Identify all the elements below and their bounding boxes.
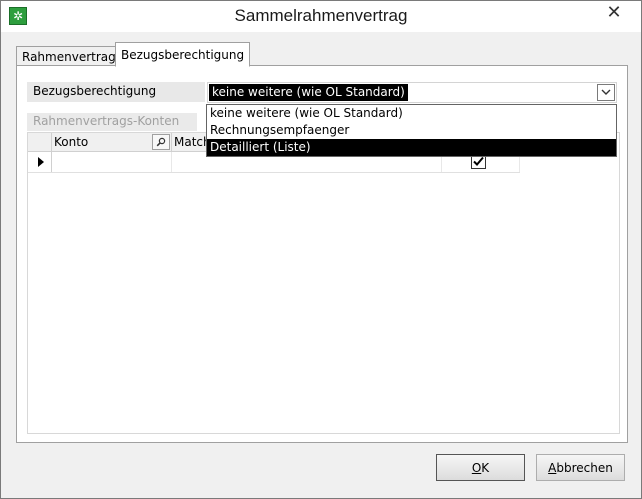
dialog-client-area: Rahmenvertrag Bezugsberechtigung Bezugsb…	[1, 32, 641, 498]
bezugsberechtigung-combobox[interactable]: keine weitere (wie OL Standard)	[207, 82, 617, 103]
cell-konto[interactable]	[52, 152, 172, 172]
cancel-button[interactable]: Abbrechen	[536, 454, 625, 481]
column-header-konto-label: Konto	[54, 135, 89, 149]
dialog-window: ✲ Sammelrahmenvertrag ✕ Rahmenvertrag Be…	[0, 0, 642, 499]
chevron-down-icon[interactable]	[597, 84, 615, 101]
title-bar[interactable]: ✲ Sammelrahmenvertrag ✕	[1, 1, 641, 32]
dropdown-option-keine-weitere[interactable]: keine weitere (wie OL Standard)	[207, 105, 616, 122]
bezugsberechtigung-dropdown-list[interactable]: keine weitere (wie OL Standard) Rechnung…	[206, 104, 617, 157]
window-title: Sammelrahmenvertrag	[234, 6, 408, 25]
konten-grid: Konto Match	[27, 132, 620, 434]
combobox-selected-value: keine weitere (wie OL Standard)	[209, 84, 408, 101]
dropdown-option-rechnungsempfaenger[interactable]: Rechnungsempfaenger	[207, 122, 616, 139]
rahmenvertrags-konten-label: Rahmenvertrags-Konten	[27, 113, 197, 131]
bezugsberechtigung-label: Bezugsberechtigung	[27, 82, 205, 102]
search-icon[interactable]	[152, 134, 170, 150]
current-row-indicator-icon	[28, 152, 52, 172]
cancel-mnemonic: A	[548, 460, 557, 475]
close-button[interactable]: ✕	[595, 1, 633, 23]
row-indicator-header	[28, 133, 52, 151]
ok-button[interactable]: OK	[436, 454, 525, 481]
cancel-label-rest: bbrechen	[556, 460, 613, 475]
tab-rahmenvertrag[interactable]: Rahmenvertrag	[16, 46, 122, 66]
ok-label-rest: K	[481, 460, 490, 475]
tab-bezugsberechtigung[interactable]: Bezugsberechtigung	[115, 42, 251, 67]
dropdown-option-detailliert[interactable]: Detailliert (Liste)	[207, 139, 616, 156]
ok-mnemonic: O	[471, 460, 482, 475]
